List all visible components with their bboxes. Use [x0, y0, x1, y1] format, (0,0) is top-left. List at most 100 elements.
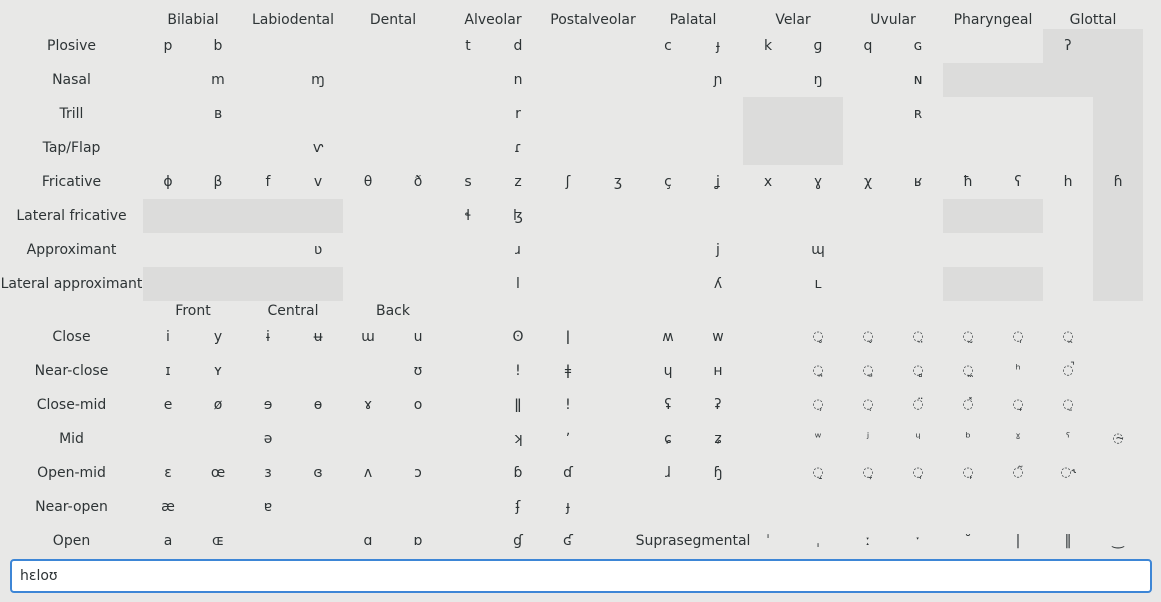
diacritic-symbol-button[interactable]: ◌̥	[793, 320, 843, 354]
vowel-symbol-button[interactable]: ɞ	[293, 456, 343, 490]
suprasegmental-symbol-button[interactable]: ˑ	[893, 524, 943, 558]
vowel-symbol-button[interactable]: ɘ	[243, 388, 293, 422]
nonpulmonic-symbol-button[interactable]: ɠ	[493, 524, 543, 558]
consonant-symbol-button[interactable]: r	[493, 97, 543, 131]
consonant-symbol-button[interactable]: m	[193, 63, 243, 97]
vowel-symbol-button[interactable]: ɪ	[143, 354, 193, 388]
consonant-symbol-button[interactable]: k	[743, 29, 793, 63]
diacritic-symbol-button[interactable]: ◌̺	[843, 354, 893, 388]
vowel-symbol-button[interactable]: œ	[193, 456, 243, 490]
vowel-symbol-button[interactable]: a	[143, 524, 193, 558]
consonant-symbol-button[interactable]: ɱ	[293, 63, 343, 97]
vowel-symbol-button[interactable]: ʌ	[343, 456, 393, 490]
nonpulmonic-symbol-button[interactable]: ǀ	[543, 320, 593, 354]
vowel-symbol-button[interactable]: ɤ	[343, 388, 393, 422]
diacritic-symbol-button[interactable]: ◌̹	[793, 388, 843, 422]
consonant-symbol-button[interactable]: s	[443, 165, 493, 199]
vowel-symbol-button[interactable]: ɔ	[393, 456, 443, 490]
diacritic-symbol-button[interactable]: ◌̩	[993, 320, 1043, 354]
vowel-symbol-button[interactable]: y	[193, 320, 243, 354]
consonant-symbol-button[interactable]: c	[643, 29, 693, 63]
vowel-symbol-button[interactable]: e	[143, 388, 193, 422]
consonant-symbol-button[interactable]: ç	[643, 165, 693, 199]
consonant-symbol-button[interactable]: ʝ	[693, 165, 743, 199]
vowel-symbol-button[interactable]: ʉ	[293, 320, 343, 354]
consonant-symbol-button[interactable]: ŋ	[793, 63, 843, 97]
consonant-symbol-button[interactable]: f	[243, 165, 293, 199]
consonant-symbol-button[interactable]: ʙ	[193, 97, 243, 131]
ipa-text-input[interactable]	[12, 561, 1150, 591]
other-symbol-button[interactable]: ʡ	[693, 388, 743, 422]
consonant-symbol-button[interactable]: p	[143, 29, 193, 63]
nonpulmonic-symbol-button[interactable]: ɗ	[543, 456, 593, 490]
vowel-symbol-button[interactable]: ɜ	[243, 456, 293, 490]
consonant-symbol-button[interactable]: ħ	[943, 165, 993, 199]
consonant-symbol-button[interactable]: ʁ	[893, 165, 943, 199]
vowel-symbol-button[interactable]: u	[393, 320, 443, 354]
diacritic-symbol-button[interactable]: ◌̯	[1043, 320, 1093, 354]
consonant-symbol-button[interactable]: h	[1043, 165, 1093, 199]
diacritic-symbol-button[interactable]: ᶣ	[893, 422, 943, 456]
consonant-symbol-button[interactable]: ʃ	[543, 165, 593, 199]
consonant-symbol-button[interactable]: ʟ	[793, 267, 843, 301]
other-symbol-button[interactable]: ʢ	[643, 388, 693, 422]
consonant-symbol-button[interactable]: ʔ	[1043, 29, 1093, 63]
diacritic-symbol-button[interactable]: ◌̜	[843, 388, 893, 422]
diacritic-symbol-button[interactable]: ◌̽	[943, 388, 993, 422]
diacritic-symbol-button[interactable]: ◌̠	[1043, 388, 1093, 422]
consonant-symbol-button[interactable]: q	[843, 29, 893, 63]
vowel-symbol-button[interactable]: ɑ	[343, 524, 393, 558]
diacritic-symbol-button[interactable]: ˠ	[993, 422, 1043, 456]
other-symbol-button[interactable]: w	[693, 320, 743, 354]
diacritic-symbol-button[interactable]: ◌̼	[943, 354, 993, 388]
suprasegmental-symbol-button[interactable]: ˘	[943, 524, 993, 558]
diacritic-symbol-button[interactable]: ʷ	[793, 422, 843, 456]
nonpulmonic-symbol-button[interactable]: ǂ	[543, 354, 593, 388]
nonpulmonic-symbol-button[interactable]: ɓ	[493, 456, 543, 490]
diacritic-symbol-button[interactable]: ◌̝	[793, 456, 843, 490]
consonant-symbol-button[interactable]: ʎ	[693, 267, 743, 301]
nonpulmonic-symbol-button[interactable]: ʄ	[493, 490, 543, 524]
vowel-symbol-button[interactable]: ɶ	[193, 524, 243, 558]
vowel-symbol-button[interactable]: ʊ	[393, 354, 443, 388]
consonant-symbol-button[interactable]: d	[493, 29, 543, 63]
consonant-symbol-button[interactable]: ɾ	[493, 131, 543, 165]
nonpulmonic-symbol-button[interactable]: ʛ	[543, 524, 593, 558]
nonpulmonic-symbol-button[interactable]: ʼ	[543, 422, 593, 456]
consonant-symbol-button[interactable]: ɴ	[893, 63, 943, 97]
suprasegmental-symbol-button[interactable]: ː	[843, 524, 893, 558]
nonpulmonic-symbol-button[interactable]: ǃ	[493, 354, 543, 388]
vowel-symbol-button[interactable]: æ	[143, 490, 193, 524]
consonant-symbol-button[interactable]: β	[193, 165, 243, 199]
vowel-symbol-button[interactable]: o	[393, 388, 443, 422]
consonant-symbol-button[interactable]: ɸ	[143, 165, 193, 199]
vowel-symbol-button[interactable]: ə	[243, 422, 293, 456]
other-symbol-button[interactable]: ɧ	[693, 456, 743, 490]
diacritic-symbol-button[interactable]: ◌̘	[893, 456, 943, 490]
diacritic-symbol-button[interactable]: ◌̙	[943, 456, 993, 490]
diacritic-symbol-button[interactable]: ◌̈	[893, 388, 943, 422]
vowel-symbol-button[interactable]: ɯ	[343, 320, 393, 354]
consonant-symbol-button[interactable]: ɡ	[793, 29, 843, 63]
vowel-symbol-button[interactable]: ɵ	[293, 388, 343, 422]
vowel-symbol-button[interactable]: ɨ	[243, 320, 293, 354]
consonant-symbol-button[interactable]: ɣ	[793, 165, 843, 199]
consonant-symbol-button[interactable]: ð	[393, 165, 443, 199]
consonant-symbol-button[interactable]: ʋ	[293, 233, 343, 267]
suprasegmental-symbol-button[interactable]: |	[993, 524, 1043, 558]
consonant-symbol-button[interactable]: ɰ	[793, 233, 843, 267]
consonant-symbol-button[interactable]: ʀ	[893, 97, 943, 131]
consonant-symbol-button[interactable]: ɬ	[443, 199, 493, 233]
diacritic-symbol-button[interactable]: ʰ	[993, 354, 1043, 388]
vowel-symbol-button[interactable]: ʏ	[193, 354, 243, 388]
suprasegmental-symbol-button[interactable]: ‖	[1043, 524, 1093, 558]
diacritic-symbol-button[interactable]: ◌̪	[793, 354, 843, 388]
consonant-symbol-button[interactable]: ʒ	[593, 165, 643, 199]
diacritic-symbol-button[interactable]: ◌̬	[843, 320, 893, 354]
diacritic-symbol-button[interactable]: ◌̟	[993, 388, 1043, 422]
nonpulmonic-symbol-button[interactable]: ɟ	[543, 490, 593, 524]
vowel-symbol-button[interactable]: ø	[193, 388, 243, 422]
diacritic-symbol-button[interactable]: ◌̻	[893, 354, 943, 388]
other-symbol-button[interactable]: ɺ	[643, 456, 693, 490]
consonant-symbol-button[interactable]: j	[693, 233, 743, 267]
